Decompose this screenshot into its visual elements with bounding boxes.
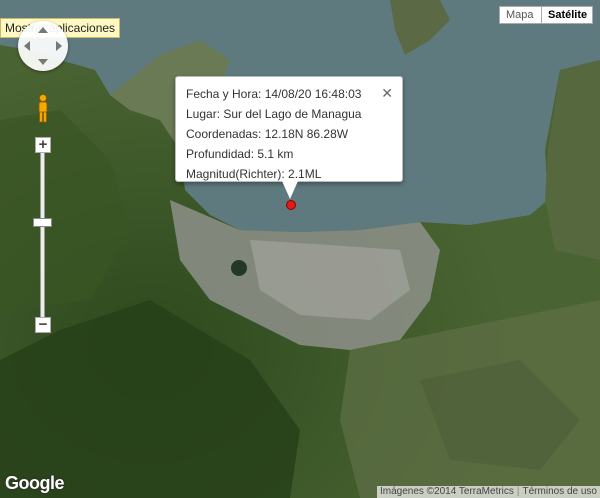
pan-down-icon[interactable]: [38, 59, 48, 65]
pan-control[interactable]: [18, 21, 68, 71]
earthquake-info-window: Fecha y Hora: 14/08/20 16:48:03 Lugar: S…: [175, 76, 403, 182]
satellite-imagery: [0, 0, 600, 498]
terms-of-use-link[interactable]: Términos de uso: [523, 486, 597, 497]
close-icon[interactable]: ✕: [381, 83, 393, 103]
zoom-out-button[interactable]: −: [35, 317, 51, 333]
info-coordinates: Coordenadas: 12.18N 86.28W: [186, 127, 349, 141]
map-attribution: Imágenes ©2014 TerraMetrics | Términos de …: [376, 486, 600, 498]
info-datetime: Fecha y Hora: 14/08/20 16:48:03: [186, 87, 362, 101]
satellite-map[interactable]: Mostrar aplicaciones + − Mapa Satélite F…: [0, 0, 600, 498]
imagery-credit: Imágenes ©2014 TerraMetrics: [379, 486, 514, 497]
zoom-slider-thumb[interactable]: [33, 218, 52, 227]
pan-up-icon[interactable]: [38, 27, 48, 33]
pan-right-icon[interactable]: [56, 41, 62, 51]
zoom-in-button[interactable]: +: [35, 137, 51, 153]
map-type-map-button[interactable]: Mapa: [499, 6, 542, 24]
pan-left-icon[interactable]: [24, 41, 30, 51]
google-logo[interactable]: Google: [5, 473, 65, 494]
info-location: Lugar: Sur del Lago de Managua: [186, 107, 362, 121]
info-depth: Profundidad: 5.1 km: [186, 147, 294, 161]
street-view-pegman-icon[interactable]: [35, 93, 51, 125]
epicenter-marker[interactable]: [286, 200, 296, 210]
zoom-slider-track[interactable]: [40, 153, 45, 317]
info-window-pointer: [282, 181, 298, 199]
map-type-satellite-button[interactable]: Satélite: [541, 6, 593, 24]
